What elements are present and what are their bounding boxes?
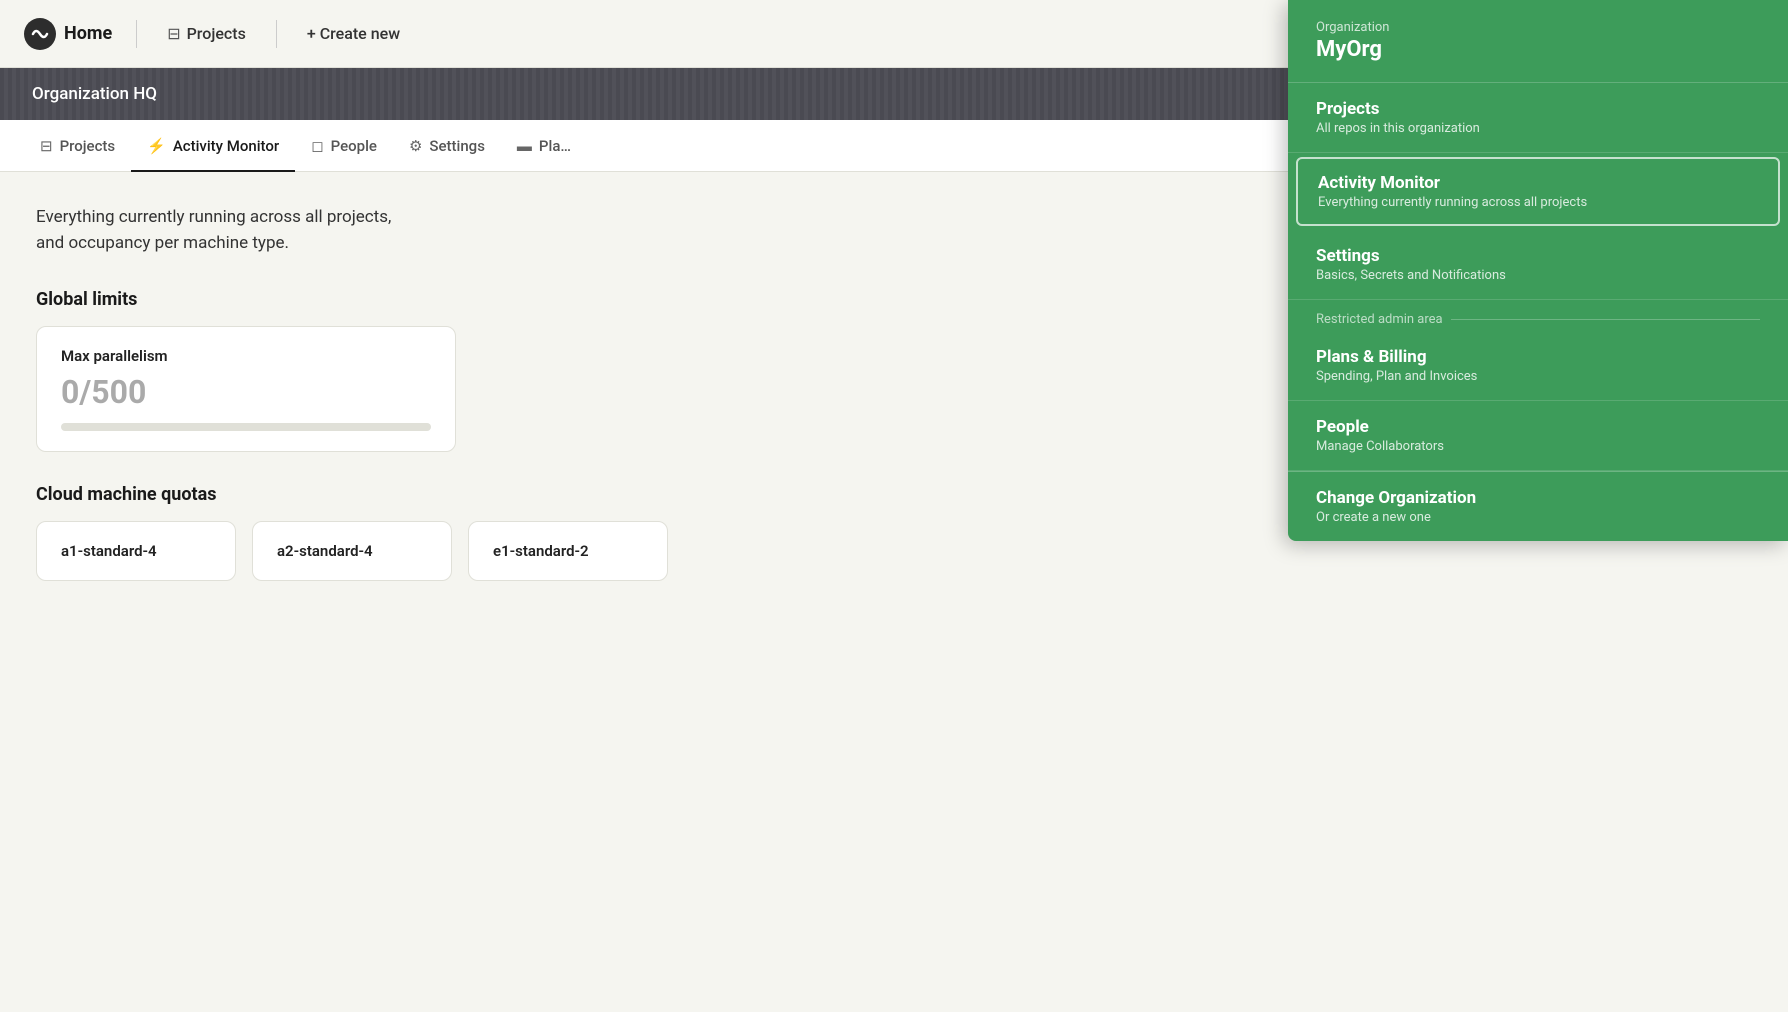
quota-card-a1: a1-standard-4 [36, 521, 236, 581]
dropdown-activity-sub: Everything currently running across all … [1318, 195, 1758, 210]
dropdown-projects-title: Projects [1316, 99, 1760, 119]
parallelism-card: Max parallelism 0/500 [36, 326, 456, 452]
logo-icon [24, 18, 56, 50]
dropdown-change-org-title: Change Organization [1316, 488, 1760, 508]
projects-nav-item[interactable]: ⊟ Projects [153, 18, 260, 49]
tab-settings-icon: ⚙ [409, 137, 422, 155]
dropdown-item-projects[interactable]: Projects All repos in this organization [1288, 83, 1788, 153]
dropdown-item-change-org[interactable]: Change Organization Or create a new one [1288, 472, 1788, 541]
parallelism-value: 0/500 [61, 373, 431, 411]
tab-plans-icon: ▬ [517, 137, 532, 155]
dropdown-activity-title: Activity Monitor [1318, 173, 1758, 193]
restricted-text: Restricted admin area [1316, 312, 1443, 327]
org-banner-title: Organization HQ [32, 84, 157, 104]
dropdown-item-settings[interactable]: Settings Basics, Secrets and Notificatio… [1288, 230, 1788, 300]
projects-icon: ⊟ [167, 24, 180, 43]
nav-divider-2 [276, 20, 277, 48]
tab-plans-label: Pla… [539, 137, 571, 155]
quota-e1-label: e1-standard-2 [493, 542, 643, 560]
tab-projects[interactable]: ⊟ Projects [24, 121, 131, 172]
nav-divider-1 [136, 20, 137, 48]
projects-label: Projects [187, 24, 246, 43]
tab-people-label: People [331, 137, 377, 155]
dropdown-org-name: MyOrg [1316, 37, 1760, 62]
dropdown-settings-sub: Basics, Secrets and Notifications [1316, 268, 1760, 283]
dropdown-projects-sub: All repos in this organization [1316, 121, 1760, 136]
dropdown-item-plans[interactable]: Plans & Billing Spending, Plan and Invoi… [1288, 331, 1788, 401]
dropdown-change-org-sub: Or create a new one [1316, 510, 1760, 525]
dropdown-plans-title: Plans & Billing [1316, 347, 1760, 367]
quota-card-a2: a2-standard-4 [252, 521, 452, 581]
dropdown-item-people[interactable]: People Manage Collaborators [1288, 401, 1788, 471]
tab-people-icon: ◻ [311, 137, 323, 155]
dropdown-restricted-label: Restricted admin area [1288, 300, 1788, 331]
tab-people[interactable]: ◻ People [295, 121, 393, 172]
tab-settings[interactable]: ⚙ Settings [393, 121, 501, 172]
org-dropdown: Organization MyOrg Projects All repos in… [1288, 0, 1788, 541]
tab-settings-label: Settings [429, 137, 485, 155]
tab-activity-monitor[interactable]: ⚡ Activity Monitor [131, 121, 295, 172]
tab-projects-label: Projects [60, 137, 116, 155]
tab-plans[interactable]: ▬ Pla… [501, 121, 587, 172]
create-new-label: + Create new [307, 24, 400, 43]
dropdown-item-activity-monitor[interactable]: Activity Monitor Everything currently ru… [1296, 157, 1780, 226]
home-logo[interactable]: Home [24, 18, 112, 50]
dropdown-people-sub: Manage Collaborators [1316, 439, 1760, 454]
parallelism-progress-bg [61, 423, 431, 431]
dropdown-plans-sub: Spending, Plan and Invoices [1316, 369, 1760, 384]
tab-activity-icon: ⚡ [147, 137, 166, 155]
quota-a2-label: a2-standard-4 [277, 542, 427, 560]
create-new-button[interactable]: + Create new [293, 18, 414, 49]
parallelism-label: Max parallelism [61, 347, 431, 365]
home-label: Home [64, 23, 112, 44]
dropdown-people-title: People [1316, 417, 1760, 437]
dropdown-org-label: Organization [1316, 20, 1760, 35]
tab-projects-icon: ⊟ [40, 137, 53, 155]
dropdown-org-section: Organization MyOrg [1288, 0, 1788, 83]
dropdown-settings-title: Settings [1316, 246, 1760, 266]
quota-card-e1: e1-standard-2 [468, 521, 668, 581]
quota-a1-label: a1-standard-4 [61, 542, 211, 560]
tab-activity-label: Activity Monitor [173, 137, 279, 155]
